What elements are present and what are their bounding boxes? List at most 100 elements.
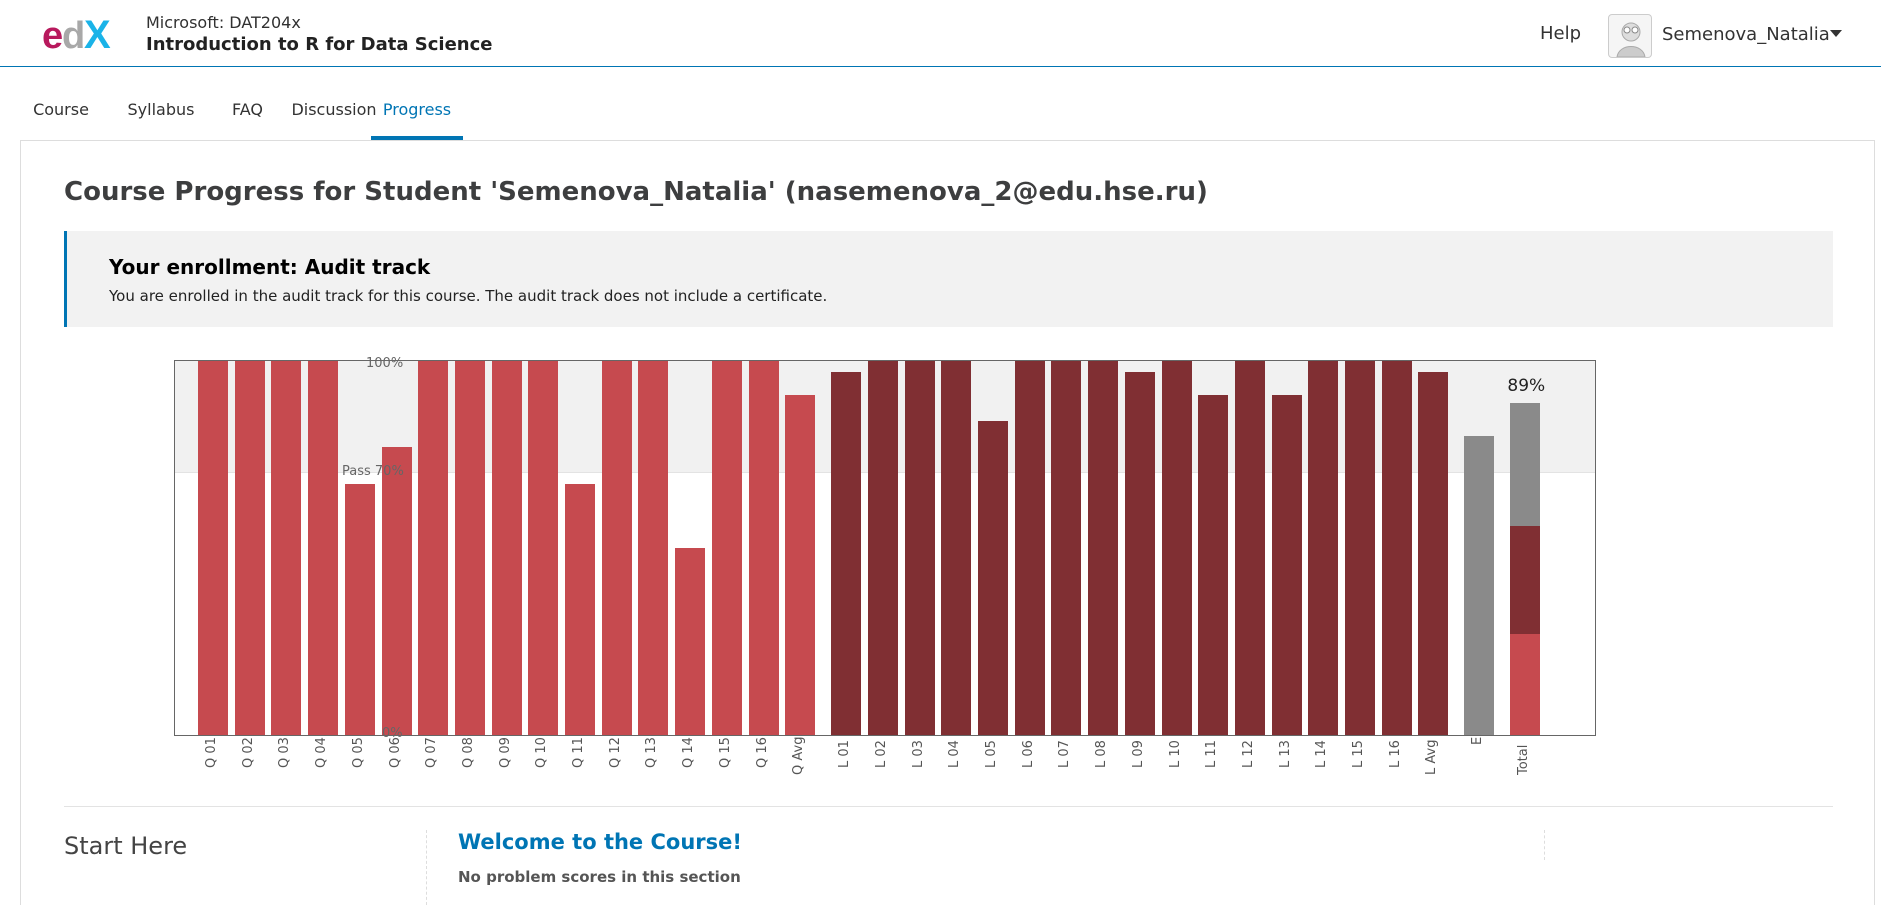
- bar-l-02: [867, 361, 898, 735]
- user-menu[interactable]: Semenova_Natalia: [1608, 14, 1848, 58]
- x-tick-label: Q 10: [534, 736, 550, 768]
- bar-q-02: [234, 361, 265, 735]
- x-tick-label: L 02: [873, 739, 889, 768]
- x-tick-label: Q 08: [460, 736, 476, 768]
- tab-course[interactable]: Course: [20, 88, 102, 140]
- avatar[interactable]: [1608, 14, 1652, 58]
- x-tick-label: L 13: [1277, 739, 1293, 768]
- x-tick-label: Total: [1516, 744, 1532, 775]
- x-tick-label: Q 11: [571, 736, 586, 768]
- no-scores-note: No problem scores in this section: [458, 868, 741, 886]
- x-tick-label: Q 12: [607, 736, 623, 768]
- x-tick-label: L 04: [947, 739, 963, 768]
- progress-chart: [174, 360, 1596, 736]
- bar-q-08: [454, 361, 485, 735]
- x-tick-label: L 07: [1057, 739, 1073, 768]
- logo-e: e: [42, 15, 63, 56]
- bar-q-05: [344, 484, 375, 735]
- section-divider: [64, 806, 1833, 807]
- course-org: Microsoft: DAT204x: [146, 13, 301, 32]
- x-tick-label: L 10: [1167, 739, 1183, 768]
- caret-down-icon[interactable]: [1830, 30, 1842, 37]
- x-tick-label: L 15: [1351, 739, 1366, 768]
- x-tick-label: L 14: [1314, 739, 1330, 768]
- total-value-label: 89%: [1507, 376, 1546, 396]
- x-tick-label: L 01: [837, 739, 853, 768]
- x-tick-label: L Avg: [1424, 739, 1440, 775]
- x-tick-label: Q 06: [387, 736, 403, 768]
- section-separator: [426, 830, 427, 905]
- total-bar-segment-exam: [1510, 403, 1541, 526]
- pass-line-label: Pass 70%: [342, 464, 404, 479]
- bar-q-03: [271, 361, 302, 735]
- bar-l-12: [1234, 361, 1265, 735]
- x-tick-label: Q 03: [277, 736, 293, 768]
- x-tick-label: Q 15: [717, 736, 733, 768]
- x-tick-label: Q 09: [497, 736, 513, 768]
- logo-d: d: [62, 15, 85, 56]
- bar-l-05: [978, 421, 1008, 735]
- page-title: Course Progress for Student 'Semenova_Na…: [64, 177, 1208, 207]
- bar-q-06: [381, 447, 412, 735]
- total-bar-segment-quiz: [1510, 634, 1541, 735]
- bar-q-avg: [785, 395, 816, 735]
- bar-l-03: [904, 361, 935, 735]
- enrollment-title: Your enrollment: Audit track: [109, 255, 431, 279]
- y-max-label: 100%: [366, 356, 404, 371]
- bar-l-16: [1381, 361, 1412, 735]
- x-tick-label: Q 16: [754, 736, 770, 768]
- total-bar-segment-lab: [1510, 526, 1541, 634]
- x-tick-label: E: [1470, 737, 1486, 746]
- x-tick-label: Q 01: [204, 736, 219, 768]
- x-tick-label: Q 13: [644, 736, 660, 768]
- x-tick-label: Q 04: [314, 736, 330, 768]
- x-tick-label: L 03: [910, 739, 926, 768]
- bar-l-08: [1088, 361, 1119, 735]
- x-tick-label: Q 07: [424, 736, 440, 768]
- bar-l-07: [1051, 361, 1082, 735]
- bar-q-10: [528, 361, 559, 735]
- username[interactable]: Semenova_Natalia: [1662, 24, 1830, 45]
- bar-l-14: [1308, 361, 1339, 735]
- enrollment-message: Your enrollment: Audit track You are enr…: [64, 231, 1833, 327]
- bar-q-13: [638, 361, 669, 735]
- bar-q-09: [491, 361, 522, 735]
- bar-q-01: [198, 361, 228, 735]
- x-tick-label: L 05: [984, 739, 999, 768]
- bar-q-12: [601, 361, 632, 735]
- x-tick-label: Q 02: [240, 736, 256, 768]
- tab-syllabus[interactable]: Syllabus: [117, 88, 205, 140]
- x-tick-label: L 06: [1020, 739, 1036, 768]
- site-header: e d X Microsoft: DAT204x Introduction to…: [0, 0, 1881, 67]
- enrollment-text: You are enrolled in the audit track for …: [109, 287, 828, 305]
- bar-l-04: [941, 361, 972, 735]
- edx-logo[interactable]: e d X: [42, 13, 126, 57]
- logo-x: X: [84, 14, 111, 56]
- y-min-label: 0%: [382, 726, 403, 741]
- bar-q-14: [675, 548, 706, 735]
- x-tick-label: L 16: [1387, 739, 1403, 768]
- x-tick-label: L 12: [1240, 739, 1256, 768]
- bar-l-avg: [1418, 372, 1449, 735]
- bar-l-15: [1345, 361, 1375, 735]
- bar-q-04: [308, 361, 339, 735]
- subsection-link[interactable]: Welcome to the Course!: [458, 830, 742, 854]
- tab-progress[interactable]: Progress: [371, 88, 463, 140]
- bar-l-13: [1271, 395, 1302, 735]
- course-name: Introduction to R for Data Science: [146, 34, 493, 55]
- bar-l-01: [831, 372, 862, 735]
- bar-l-06: [1014, 361, 1045, 735]
- bar-l-10: [1161, 361, 1192, 735]
- x-tick-label: L 08: [1094, 739, 1110, 768]
- help-link[interactable]: Help: [1540, 23, 1581, 44]
- x-tick-label: L 09: [1130, 739, 1146, 768]
- bar-e: [1464, 436, 1495, 735]
- bar-q-07: [418, 361, 449, 735]
- subsection-separator: [1544, 830, 1545, 860]
- x-tick-label: Q 14: [681, 736, 697, 768]
- bar-l-11: [1198, 395, 1229, 735]
- bar-q-15: [711, 361, 742, 735]
- section-name: Start Here: [64, 832, 188, 860]
- x-tick-label: Q 05: [350, 736, 366, 768]
- bar-q-16: [748, 361, 779, 735]
